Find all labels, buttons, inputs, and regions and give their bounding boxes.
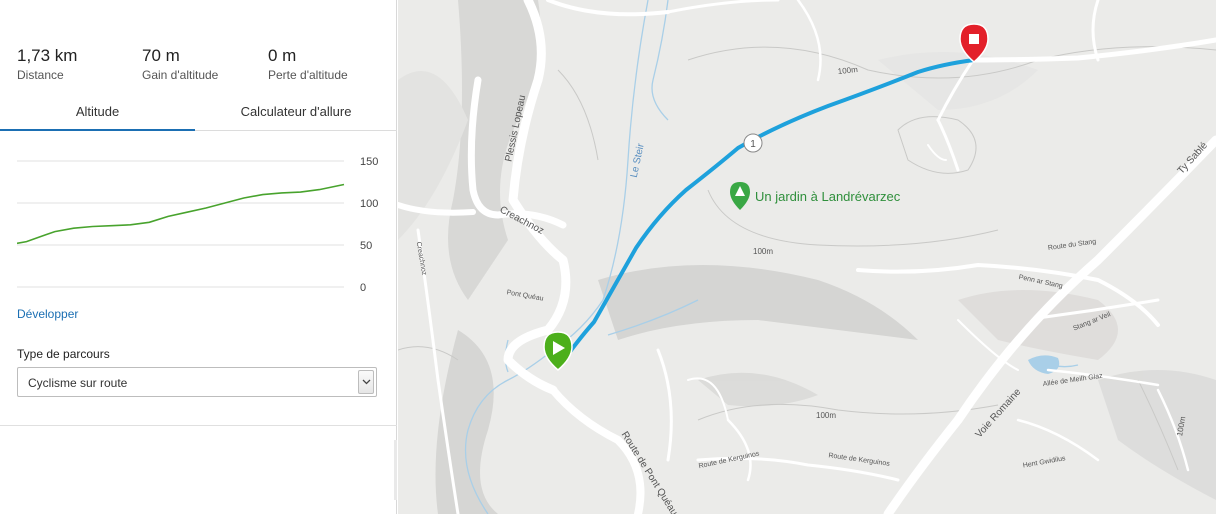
km-marker[interactable]: 1 bbox=[743, 133, 763, 153]
km-marker-label: 1 bbox=[750, 139, 756, 150]
stat-elevation-loss-value: 0 m bbox=[268, 46, 297, 65]
label-creachnoz-side: Creachnoz bbox=[415, 241, 428, 276]
panel-scrollbar[interactable] bbox=[394, 440, 397, 500]
stat-elevation-loss-label: Perte d'altitude bbox=[268, 68, 348, 82]
panel-tabs: Altitude Calculateur d'allure bbox=[0, 96, 397, 131]
label-hent-gwidilus: Hent Gwidilus bbox=[1022, 455, 1066, 469]
y-tick-label: 150 bbox=[360, 156, 378, 168]
label-route-du-stang: Route du Stang bbox=[1048, 238, 1097, 252]
chevron-down-icon[interactable] bbox=[358, 370, 374, 394]
label-contour-100-a: 100m bbox=[837, 65, 858, 76]
stop-icon bbox=[969, 34, 979, 44]
stat-elevation-gain-value: 70 m bbox=[142, 46, 180, 65]
y-tick-label: 50 bbox=[360, 240, 372, 252]
garden-poi-label: Un jardin à Landrévarzec bbox=[755, 189, 901, 204]
start-marker[interactable] bbox=[543, 331, 573, 371]
y-tick-label: 100 bbox=[360, 198, 378, 210]
label-le-steir: Le Steir bbox=[629, 142, 647, 179]
label-contour-100-c: 100m bbox=[816, 411, 836, 420]
tab-altitude[interactable]: Altitude bbox=[0, 96, 195, 131]
y-tick-label: 0 bbox=[360, 282, 366, 294]
garden-poi[interactable]: Un jardin à Landrévarzec bbox=[730, 182, 901, 210]
route-type-label: Type de parcours bbox=[17, 347, 110, 361]
stat-elevation-gain: 70 m Gain d'altitude bbox=[142, 46, 218, 82]
stat-distance-value: 1,73 km bbox=[17, 46, 78, 65]
expand-link[interactable]: Développer bbox=[17, 307, 78, 321]
stat-distance: 1,73 km Distance bbox=[17, 46, 77, 82]
chart-grid bbox=[17, 160, 344, 288]
label-route-kerguinos-2: Route de Kerguinos bbox=[828, 452, 891, 468]
elevation-chart: 150 100 50 0 bbox=[17, 156, 378, 294]
stat-elevation-loss: 0 m Perte d'altitude bbox=[268, 46, 348, 82]
chart-y-ticks: 150 100 50 0 bbox=[360, 156, 378, 294]
route-panel: 1,73 km Distance 70 m Gain d'altitude 0 … bbox=[0, 0, 397, 514]
label-allee-meilh-glaz: Allée de Meilh Glaz bbox=[1042, 373, 1103, 388]
label-ty-sable: Ty Sablé bbox=[1176, 140, 1211, 177]
elevation-line bbox=[17, 183, 345, 245]
label-contour-100-b: 100m bbox=[753, 247, 773, 256]
stat-elevation-gain-label: Gain d'altitude bbox=[142, 68, 219, 82]
label-pont-queau: Pont Quéau bbox=[506, 289, 544, 302]
route-stats: 1,73 km Distance 70 m Gain d'altitude 0 … bbox=[17, 46, 387, 86]
panel-divider bbox=[0, 425, 397, 426]
route-type-select[interactable]: Cyclisme sur route bbox=[17, 367, 377, 397]
map-canvas[interactable]: 1 Un jardin à Landrévarzec Creachnoz Ple… bbox=[398, 0, 1216, 514]
stat-distance-label: Distance bbox=[17, 68, 64, 82]
terrain-shading bbox=[398, 0, 1216, 514]
label-penn-ar-stang: Penn ar Stang bbox=[1018, 274, 1063, 290]
route-type-selected: Cyclisme sur route bbox=[28, 376, 128, 390]
tab-pace-calculator[interactable]: Calculateur d'allure bbox=[195, 96, 397, 131]
map-view[interactable]: 1 Un jardin à Landrévarzec Creachnoz Ple… bbox=[398, 0, 1216, 514]
